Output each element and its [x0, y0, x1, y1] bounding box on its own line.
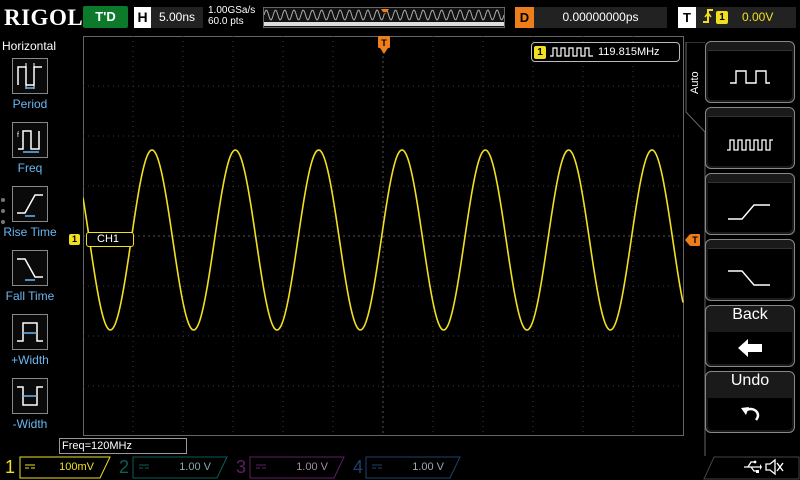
rising-edge-key[interactable]: [705, 173, 795, 235]
falling-edge-key[interactable]: [705, 239, 795, 301]
memory-trigger-marker: T: [383, 12, 388, 19]
svg-text:f: f: [17, 132, 19, 139]
back-key[interactable]: Back: [705, 305, 795, 367]
menu-item-label: -Width: [12, 417, 48, 431]
memory-depth: 60.0 pts: [208, 16, 244, 27]
horizontal-badge: H: [134, 7, 151, 28]
run-status-badge[interactable]: T'D: [83, 6, 128, 28]
slow-square-wave-key[interactable]: [705, 41, 795, 103]
horizontal-measure-menu: Horizontal Period f Freq Rise Time Fall …: [0, 36, 60, 456]
fast-square-wave-icon: [727, 139, 773, 151]
waveform-display[interactable]: [83, 36, 684, 436]
back-label: Back: [732, 306, 768, 323]
ch4-button[interactable]: 4: [353, 456, 363, 478]
sample-rate: 1.00GSa/s: [208, 5, 256, 16]
rising-edge-icon: [702, 8, 714, 27]
menu-item-label: +Width: [11, 353, 49, 367]
minus-width-icon: [12, 378, 48, 414]
trigger-level-value[interactable]: 0.00V: [742, 7, 773, 28]
measure-period-item[interactable]: Period: [0, 56, 60, 120]
period-icon: [12, 58, 48, 94]
trigger-position-label: T: [381, 38, 387, 48]
key-face: [708, 332, 792, 364]
top-status-bar: RIGOL T'D H 5.00ns 1.00GSa/s 60.0 pts T …: [0, 0, 800, 36]
rigol-logo: RIGOL: [4, 5, 84, 30]
measure-rise-time-item[interactable]: Rise Time: [0, 184, 60, 248]
delay-badge: D: [515, 7, 534, 28]
fall-time-icon: [12, 250, 48, 286]
undo-icon: [741, 407, 760, 421]
speaker-muted-icon[interactable]: [764, 457, 786, 477]
menu-item-label: Period: [12, 97, 48, 111]
ch3-button[interactable]: 3: [236, 456, 246, 478]
menu-tab-frame: [685, 42, 706, 456]
pulse-train-icon: [550, 47, 593, 57]
key-face: [708, 116, 792, 166]
trigger-position-marker[interactable]: T: [377, 36, 391, 56]
back-arrow-icon: [738, 339, 762, 357]
ch2-button[interactable]: 2: [119, 456, 129, 478]
ch1-label: CH1: [86, 232, 134, 247]
ch1-button[interactable]: 1: [5, 456, 15, 478]
falling-edge-icon: [728, 270, 770, 286]
menu-item-label: Freq: [17, 161, 43, 175]
key-face: [708, 398, 792, 430]
horizontal-delay-value[interactable]: 0.00000000ps: [534, 7, 667, 28]
measure-plus-width-item[interactable]: +Width: [0, 312, 60, 376]
frequency-status-bar: Freq=120MHz: [59, 438, 187, 454]
freq-icon: f: [12, 122, 48, 158]
menu-item-label: Rise Time: [3, 225, 57, 239]
trigger-badge: T: [678, 7, 696, 28]
key-face: [708, 182, 792, 232]
trigger-source-badge: 1: [716, 11, 728, 24]
rising-edge-icon: [728, 204, 770, 220]
ch1-offset-marker[interactable]: 1: [69, 234, 80, 245]
frequency-readout-value: 119.815MHz: [598, 46, 660, 58]
timebase-value[interactable]: 5.00ns: [151, 7, 203, 28]
undo-key[interactable]: Undo: [705, 371, 795, 433]
plus-width-icon: [12, 314, 48, 350]
rise-time-icon: [12, 186, 48, 222]
undo-label: Undo: [730, 372, 770, 389]
ch2-scale[interactable]: 1.00 V: [133, 457, 227, 477]
key-face: [708, 50, 792, 100]
measure-freq-item[interactable]: f Freq: [0, 120, 60, 184]
ch1-scale[interactable]: 100mV: [20, 457, 110, 477]
menu-item-label: Fall Time: [5, 289, 55, 303]
memory-overview-bar: T: [263, 7, 505, 28]
menu-title: Horizontal: [2, 39, 57, 53]
usb-icon: [744, 460, 762, 473]
key-face: [708, 248, 792, 298]
fast-square-wave-key[interactable]: [705, 107, 795, 169]
sample-rate-readout: 1.00GSa/s 60.0 pts: [208, 5, 255, 27]
measure-minus-width-item[interactable]: -Width: [0, 376, 60, 440]
slow-square-wave-icon: [730, 70, 770, 84]
frequency-readout-channel: 1: [534, 46, 546, 59]
measure-fall-time-item[interactable]: Fall Time: [0, 248, 60, 312]
memory-waveform-preview: T: [264, 9, 504, 26]
ch4-scale[interactable]: 1.00 V: [366, 457, 460, 477]
ch3-scale[interactable]: 1.00 V: [250, 457, 344, 477]
